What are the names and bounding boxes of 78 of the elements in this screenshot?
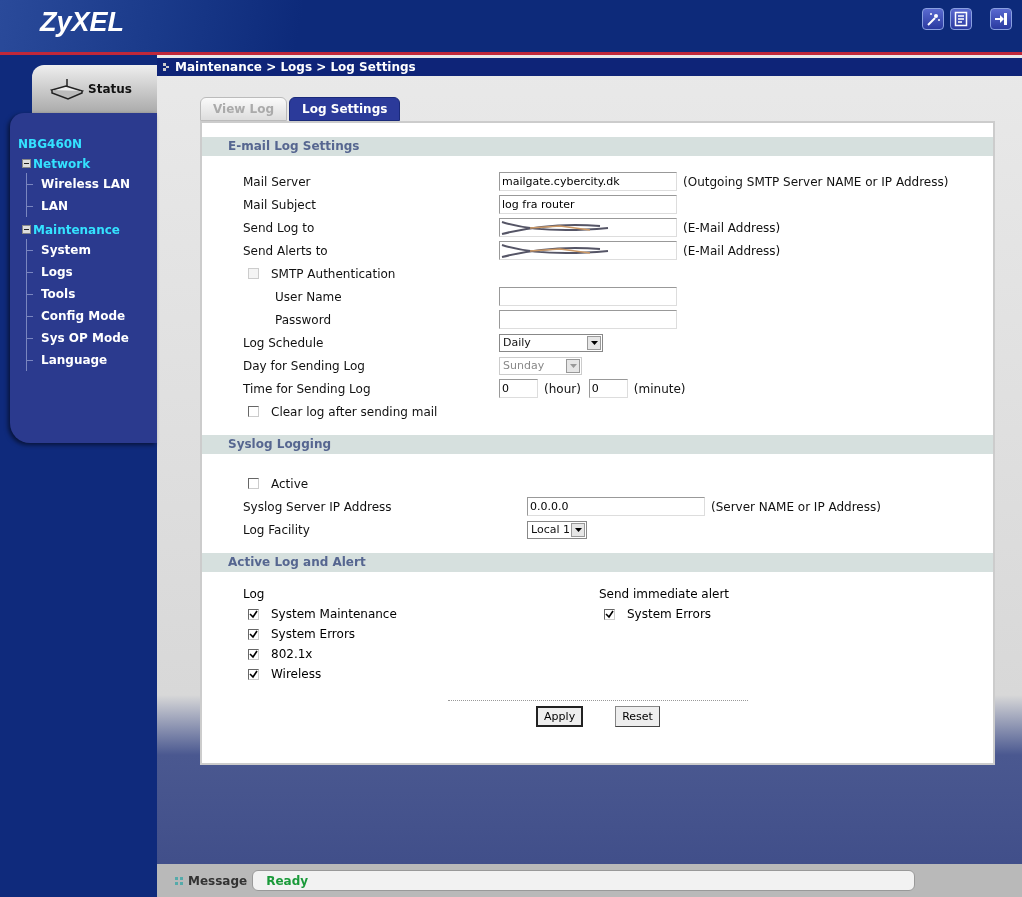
- bullet-icon: [163, 63, 169, 71]
- wizard-icon[interactable]: [922, 8, 944, 30]
- checkbox[interactable]: [248, 478, 259, 489]
- checkbox-label: System Maintenance: [271, 607, 397, 621]
- unit-label: (minute): [633, 381, 686, 396]
- section-header: Active Log and Alert: [202, 553, 993, 572]
- field-label: Send Log to: [243, 220, 316, 235]
- menu-item[interactable]: LAN: [41, 199, 68, 213]
- device-name: NBG460N: [18, 137, 84, 151]
- caret-icon: [590, 340, 598, 345]
- field-label: Mail Server: [243, 174, 312, 189]
- field-label: Send Alerts to: [243, 243, 329, 258]
- checkbox[interactable]: [248, 668, 259, 680]
- input-field[interactable]: 0.0.0.0: [527, 497, 705, 516]
- document-icon[interactable]: [950, 8, 972, 30]
- minute-field[interactable]: 0: [588, 379, 628, 398]
- checkbox-label: Clear log after sending mail: [271, 404, 438, 419]
- field-label: Time for Sending Log: [243, 381, 372, 396]
- input-field[interactable]: [499, 287, 677, 306]
- field-hint: (Outgoing SMTP Server NAME or IP Address): [683, 174, 949, 189]
- input-field[interactable]: log fra router: [499, 195, 677, 214]
- form-button[interactable]: Reset: [615, 706, 660, 727]
- field-hint: (Server NAME or IP Address): [711, 499, 881, 514]
- message-label: Message: [188, 873, 248, 888]
- tab[interactable]: Log Settings: [289, 97, 401, 121]
- field-hint: (E-Mail Address): [683, 243, 781, 258]
- checkbox[interactable]: [248, 406, 259, 417]
- field-label: Mail Subject: [243, 197, 318, 212]
- input-field[interactable]: [499, 218, 677, 237]
- menu-group[interactable]: Maintenance: [33, 222, 120, 237]
- menu-item[interactable]: Sys OP Mode: [41, 331, 129, 345]
- caret-icon: [574, 527, 582, 532]
- input-field[interactable]: [499, 241, 677, 260]
- menu-item[interactable]: Tools: [41, 287, 76, 301]
- dropdown[interactable]: Local 1: [527, 520, 587, 539]
- column-title: Send immediate alert: [599, 586, 731, 603]
- checkbox-label: Active: [271, 476, 309, 491]
- logout-icon[interactable]: [990, 8, 1012, 30]
- field-label: Day for Sending Log: [243, 358, 366, 373]
- dropdown[interactable]: Daily: [499, 333, 603, 352]
- unit-label: (hour): [544, 381, 581, 396]
- collapse-icon[interactable]: [22, 159, 31, 168]
- menu-item[interactable]: System: [41, 243, 91, 257]
- field-label: User Name: [274, 289, 343, 304]
- breadcrumb: Maintenance > Logs > Log Settings: [175, 60, 416, 74]
- section-header: E-mail Log Settings: [202, 137, 993, 156]
- menu-group[interactable]: Network: [33, 156, 91, 171]
- checkbox-label: SMTP Authentication: [271, 266, 396, 281]
- section-header: Syslog Logging: [202, 435, 993, 454]
- menu-item[interactable]: Config Mode: [41, 309, 126, 323]
- input-field[interactable]: mailgate.cybercity.dk: [499, 172, 677, 191]
- caret-icon: [569, 363, 577, 368]
- menu-item[interactable]: Language: [41, 353, 108, 367]
- field-label: Log Facility: [243, 522, 311, 537]
- checkbox[interactable]: [604, 608, 615, 620]
- checkbox-label: Wireless: [271, 667, 322, 681]
- checkbox[interactable]: [248, 608, 259, 620]
- collapse-icon[interactable]: [22, 225, 31, 234]
- form-button[interactable]: Apply: [536, 706, 584, 727]
- logo: ZyXEL: [40, 6, 125, 38]
- status-tab[interactable]: Status: [32, 65, 157, 113]
- message-field: Ready: [252, 870, 916, 891]
- checkbox-label: System Errors: [271, 627, 356, 641]
- column-title: Log: [243, 586, 266, 603]
- field-label: Syslog Server IP Address: [243, 499, 393, 514]
- field-hint: (E-Mail Address): [683, 220, 781, 235]
- router-icon: [50, 78, 84, 100]
- checkbox[interactable]: [248, 628, 259, 640]
- field-label: Log Schedule: [243, 335, 325, 350]
- checkbox-label: 802.1x: [271, 647, 313, 661]
- checkbox-label: System Errors: [627, 607, 712, 621]
- input-field[interactable]: [499, 310, 677, 329]
- checkbox[interactable]: [248, 648, 259, 660]
- grip-icon: [175, 876, 183, 885]
- menu-item[interactable]: Wireless LAN: [41, 177, 131, 191]
- hour-field[interactable]: 0: [499, 379, 538, 398]
- menu-item[interactable]: Logs: [41, 265, 73, 279]
- field-label: Password: [274, 312, 333, 327]
